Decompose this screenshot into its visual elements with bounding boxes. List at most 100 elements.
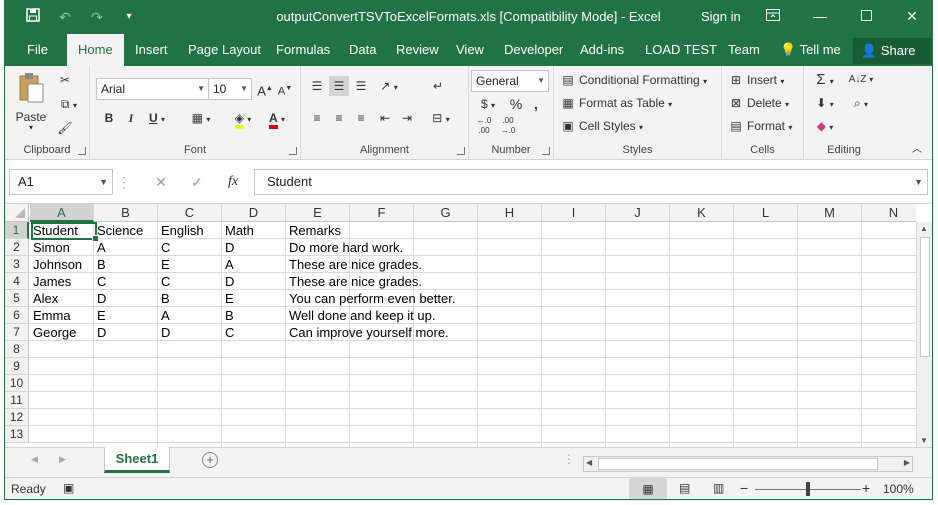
alignment-launcher-icon[interactable] [457, 147, 465, 155]
zoom-out-icon[interactable]: − [740, 480, 748, 496]
find-select-icon[interactable]: ⌕ ▾ [846, 93, 876, 113]
cell[interactable]: Science [94, 222, 143, 239]
row-header[interactable]: 8 [5, 341, 29, 358]
cell[interactable]: C [94, 273, 106, 290]
cell[interactable]: D [222, 273, 234, 290]
underline-button[interactable]: U ▾ [144, 108, 170, 128]
tab-review[interactable]: Review [394, 34, 441, 66]
next-sheet-icon[interactable]: ▶ [59, 454, 66, 465]
formula-input[interactable]: Student ▼ [254, 169, 928, 195]
column-header[interactable]: M [798, 204, 862, 222]
scroll-right-icon[interactable]: ▶ [904, 458, 910, 467]
tab-view[interactable]: View [454, 34, 486, 66]
minimize-icon[interactable]: — [808, 5, 832, 29]
column-header[interactable]: I [542, 204, 606, 222]
increase-font-icon[interactable]: A▲ [256, 79, 274, 99]
cell[interactable]: A [158, 307, 170, 324]
cell[interactable]: These are nice grades. [286, 273, 422, 290]
sheet-splitter-icon[interactable]: ⋮ [563, 452, 575, 466]
borders-icon[interactable]: ▦ ▾ [186, 108, 216, 128]
column-header[interactable]: J [606, 204, 670, 222]
vertical-scroll-thumb[interactable] [920, 237, 930, 357]
cell[interactable]: Do more hard work. [286, 239, 403, 256]
cell[interactable]: B [94, 256, 106, 273]
insert-function-icon[interactable]: fx [221, 169, 245, 195]
cell[interactable]: C [158, 273, 170, 290]
conditional-formatting-button[interactable]: ▤ Conditional Formatting ▾ [560, 70, 707, 92]
worksheet-grid[interactable]: A B C D E F G H I J K L M N 1 2 3 4 5 6 7 8 9 10 11 12 13 Student Sc… [5, 204, 916, 447]
page-break-view-icon[interactable]: ▥ [713, 481, 724, 495]
row-header[interactable]: 4 [5, 273, 29, 290]
cell[interactable]: D [222, 239, 234, 256]
column-header[interactable]: B [94, 204, 158, 222]
bold-button[interactable]: B [100, 108, 118, 128]
row-header[interactable]: 3 [5, 256, 29, 273]
horizontal-scrollbar[interactable]: ◀ ▶ [583, 456, 913, 472]
cell[interactable]: Can improve yourself more. [286, 324, 449, 341]
tab-team[interactable]: Team [726, 34, 762, 66]
collapse-ribbon-icon[interactable]: ︿ [909, 140, 925, 160]
cell[interactable]: E [94, 307, 106, 324]
formula-bar-options-icon[interactable]: ⋮ [117, 169, 131, 195]
tab-home[interactable]: Home [67, 34, 124, 67]
row-header[interactable]: 7 [5, 324, 29, 341]
select-all-button[interactable] [5, 204, 29, 222]
cell[interactable]: D [94, 324, 106, 341]
cell[interactable]: C [158, 239, 170, 256]
column-header[interactable]: A [30, 204, 94, 222]
cell[interactable]: Simon [30, 239, 70, 256]
cell[interactable]: James [30, 273, 71, 290]
column-header[interactable]: H [478, 204, 542, 222]
increase-decimal-icon[interactable]: ←.0.00 [473, 116, 495, 136]
clipboard-launcher-icon[interactable] [78, 147, 86, 155]
cell[interactable]: D [158, 324, 170, 341]
sheet-tab-sheet1[interactable]: Sheet1 [104, 447, 170, 473]
row-header[interactable]: 2 [5, 239, 29, 256]
cell[interactable]: E [222, 290, 234, 307]
format-cells-button[interactable]: ▤ Format ▾ [728, 116, 792, 138]
cell[interactable]: Johnson [30, 256, 82, 273]
bottom-align-icon[interactable]: ☰ [351, 76, 371, 96]
maximize-icon[interactable] [854, 5, 878, 29]
decrease-font-icon[interactable]: A▼ [276, 79, 294, 99]
cell[interactable]: Emma [30, 307, 71, 324]
tab-page-layout[interactable]: Page Layout [186, 34, 263, 66]
clear-icon[interactable]: ◆ ▾ [812, 116, 838, 136]
cell[interactable]: Alex [30, 290, 58, 307]
cell[interactable]: Math [222, 222, 254, 239]
column-header[interactable]: L [734, 204, 798, 222]
vertical-scrollbar[interactable]: ▲ ▼ [916, 222, 932, 447]
decrease-decimal-icon[interactable]: .00 →.0 [497, 116, 519, 136]
cut-icon[interactable]: ✂ [55, 70, 75, 90]
cell[interactable]: English [158, 222, 204, 239]
cell[interactable]: Remarks [286, 222, 341, 239]
close-icon[interactable]: ✕ [900, 5, 924, 29]
row-header[interactable]: 9 [5, 358, 29, 375]
prev-sheet-icon[interactable]: ◀ [31, 454, 38, 465]
align-right-icon[interactable]: ≡ [351, 108, 371, 128]
confirm-entry-icon[interactable]: ✓ [185, 169, 209, 195]
font-launcher-icon[interactable] [289, 147, 297, 155]
tab-formulas[interactable]: Formulas [274, 34, 332, 66]
column-header[interactable]: E [286, 204, 350, 222]
font-size-select[interactable]: 10 ▼ [208, 78, 252, 100]
number-launcher-icon[interactable] [542, 147, 550, 155]
paste-button[interactable]: Paste ▾ [11, 72, 51, 132]
row-header[interactable]: 6 [5, 307, 29, 324]
format-as-table-button[interactable]: ▦ Format as Table ▾ [560, 93, 672, 115]
tab-developer[interactable]: Developer [502, 34, 565, 66]
column-header[interactable]: N [862, 204, 916, 222]
macro-recording-icon[interactable]: ▣ [63, 481, 74, 495]
align-left-icon[interactable]: ≡ [307, 108, 327, 128]
row-header[interactable]: 10 [5, 375, 29, 392]
zoom-level[interactable]: 100% [883, 482, 914, 496]
normal-view-icon[interactable]: ▦ [629, 478, 667, 499]
page-layout-view-icon[interactable]: ▤ [679, 481, 690, 495]
fill-icon[interactable]: ⬇ ▾ [812, 93, 838, 113]
format-painter-icon[interactable]: 🖌 [55, 118, 75, 138]
column-header[interactable]: K [670, 204, 734, 222]
align-center-icon[interactable]: ≡ [329, 108, 349, 128]
cell[interactable]: B [158, 290, 170, 307]
cell[interactable]: C [222, 324, 234, 341]
wrap-text-icon[interactable]: ↵ [427, 76, 449, 96]
